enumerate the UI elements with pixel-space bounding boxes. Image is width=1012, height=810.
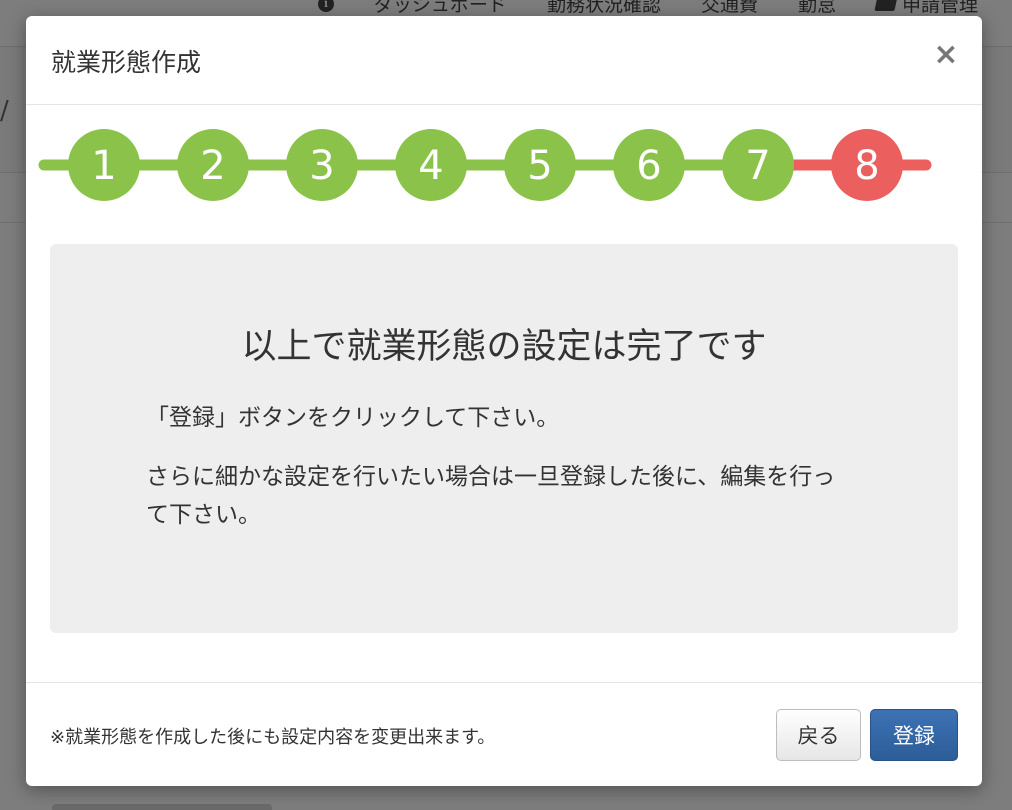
step-number-1: 1 — [91, 143, 116, 189]
completion-instruction: 「登録」ボタンをクリックして下さい。 — [146, 405, 560, 431]
step-number-4: 4 — [418, 143, 443, 189]
modal-footer: ※就業形態を作成した後にも設定内容を変更出来ます。 戻る 登録 — [26, 682, 982, 786]
modal-header: 就業形態作成 × — [26, 16, 982, 105]
nav-item-attendance: 勤怠 — [797, 0, 836, 16]
step-indicator: 1 2 3 4 5 6 7 8 — [26, 128, 982, 202]
completion-heading: 以上で就業形態の設定は完了です — [241, 327, 767, 367]
step-indicator-graphic: 1 2 3 4 5 6 7 8 — [38, 129, 932, 201]
step-number-5: 5 — [527, 143, 552, 189]
nav-item-attendance-status: 勤務状況確認 — [546, 0, 661, 16]
step-number-6: 6 — [636, 143, 661, 189]
background-nav-items: i ダッシュボード 勤務状況確認 交通費 勤怠 申請管理 — [317, 0, 978, 17]
completion-panel: 以上で就業形態の設定は完了です 「登録」ボタンをクリックして下さい。 さらに細か… — [50, 244, 958, 633]
info-icon: i — [317, 0, 334, 12]
step-number-3: 3 — [309, 143, 334, 189]
nav-item-transport-expense: 交通費 — [700, 0, 758, 16]
close-button[interactable]: × — [932, 38, 960, 72]
back-button[interactable]: 戻る — [776, 709, 861, 761]
register-button[interactable]: 登録 — [870, 709, 958, 761]
work-pattern-create-modal: 就業形態作成 × 1 2 3 4 5 6 7 8 以上で就業形態の設定は完了です 「登録」ボタ… — [26, 16, 982, 786]
step-number-7: 7 — [745, 143, 770, 189]
nav-item-application-management-label: 申請管理 — [901, 0, 978, 16]
step-number-8: 8 — [854, 143, 879, 189]
nav-item-dashboard: ダッシュボード — [373, 0, 507, 16]
footer-note: ※就業形態を作成した後にも設定内容を変更出来ます。 — [50, 727, 496, 748]
nav-item-application-management: 申請管理 — [874, 0, 978, 17]
folder-icon — [874, 0, 898, 11]
completion-note: さらに細かな設定を行いたい場合は一旦登録した後に、編集を行って下さい。 — [146, 464, 836, 528]
modal-title: 就業形態作成 — [51, 48, 202, 77]
step-number-2: 2 — [200, 143, 225, 189]
breadcrumb-separator: / — [0, 96, 9, 126]
background-element — [52, 804, 272, 810]
